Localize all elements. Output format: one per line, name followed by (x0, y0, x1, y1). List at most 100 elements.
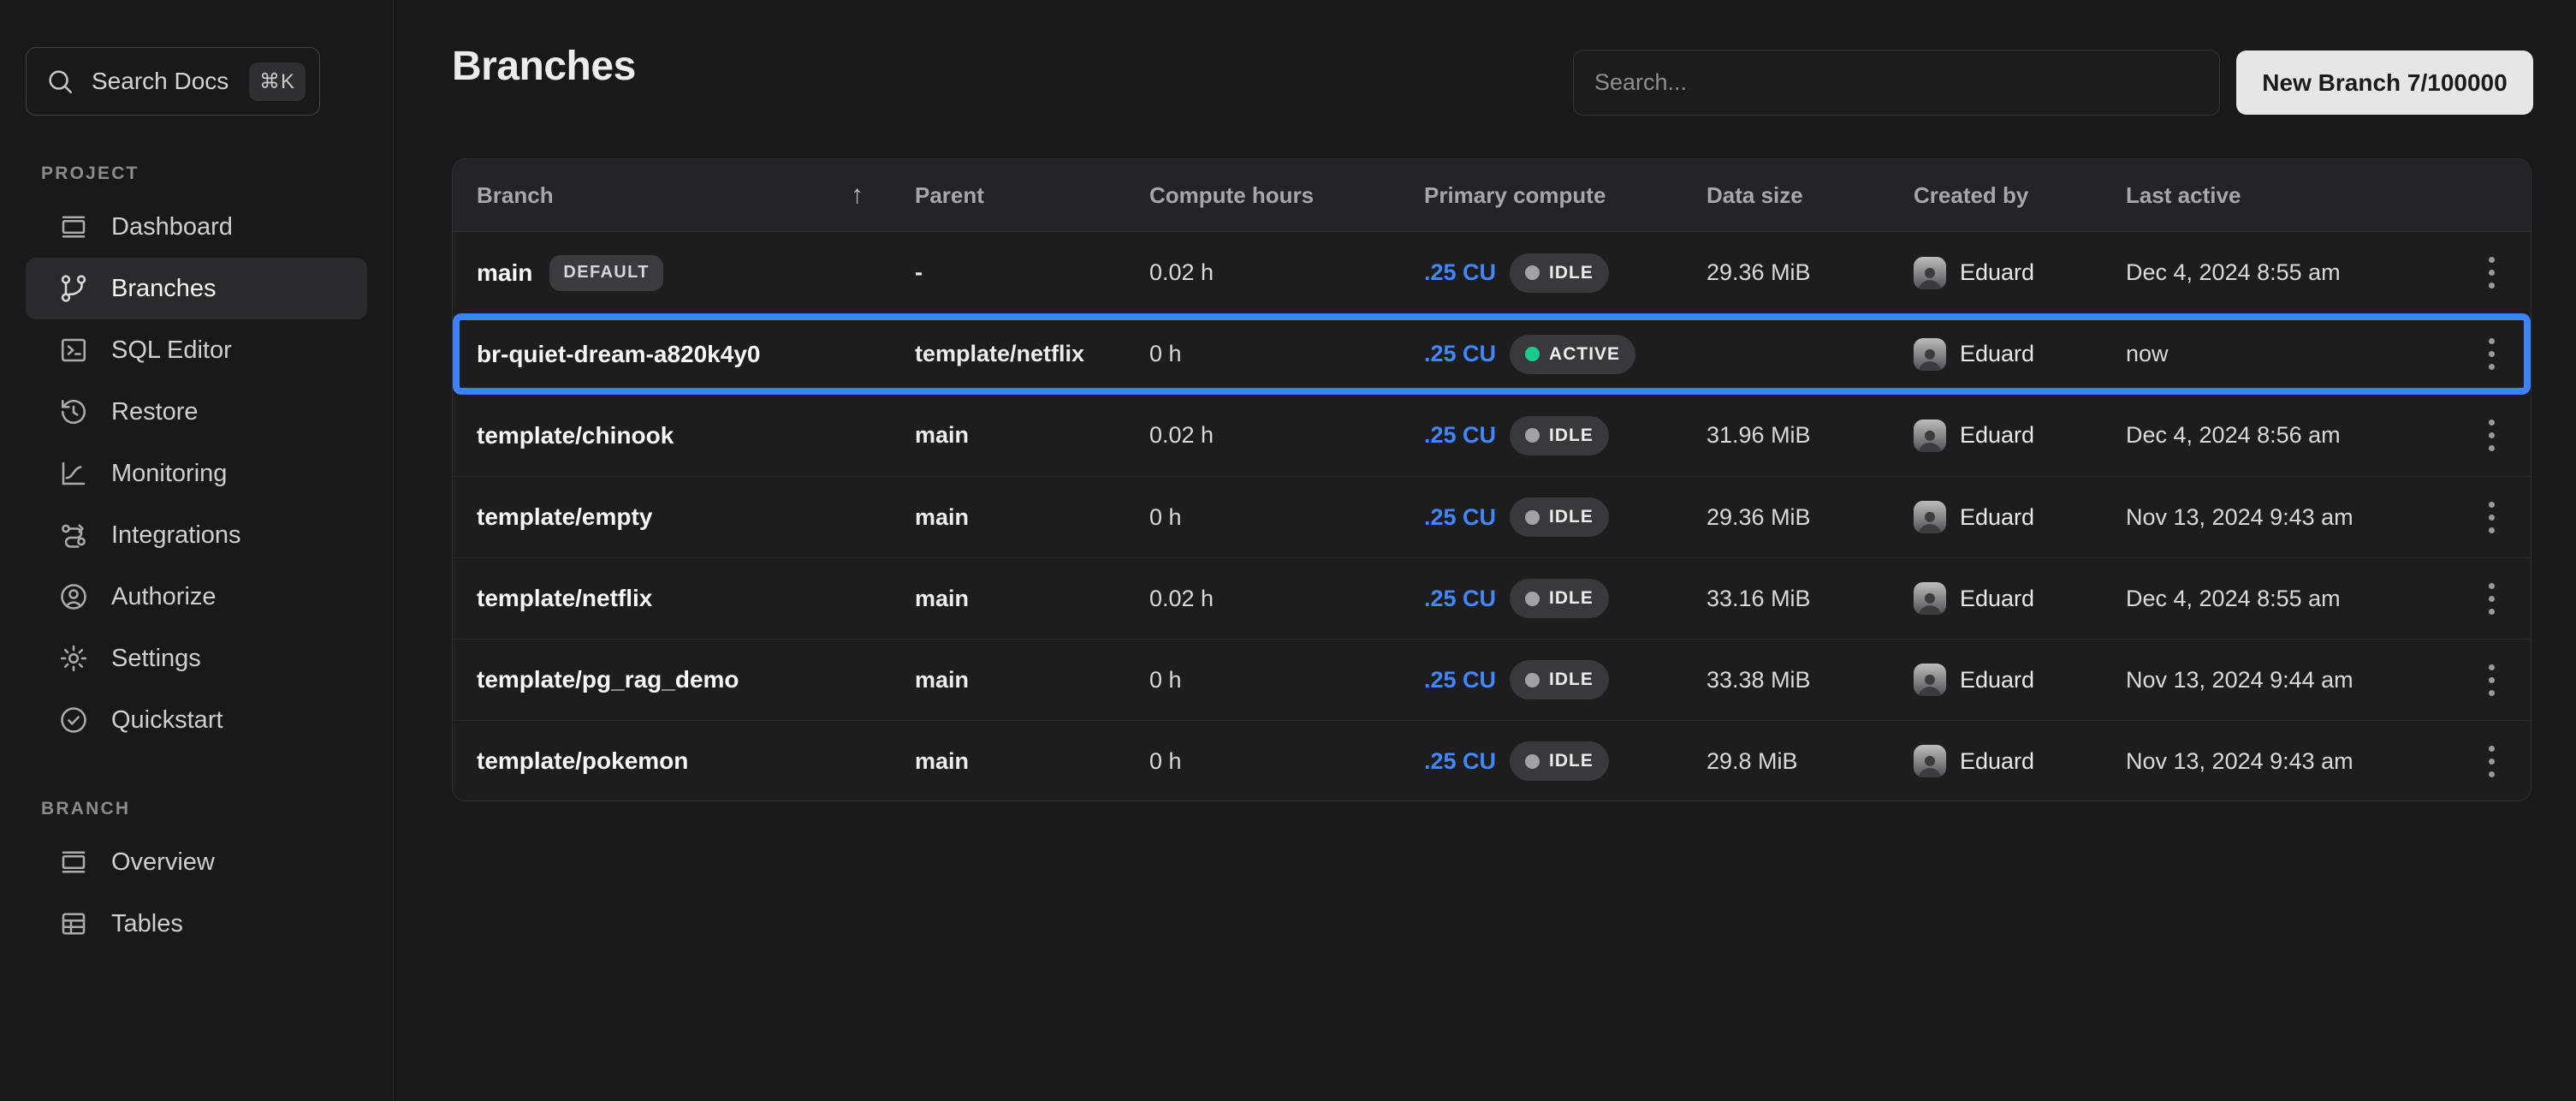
row-menu-button[interactable] (2469, 495, 2514, 539)
parent-cell: template/netflix (915, 341, 1149, 367)
avatar (1914, 420, 1946, 452)
status-badge: ACTIVE (1510, 335, 1635, 374)
settings-icon (58, 643, 89, 674)
last-active-cell: Dec 4, 2024 8:56 am (2126, 422, 2454, 449)
column-header-created-by[interactable]: Created by (1914, 182, 2126, 209)
column-header-primary-compute[interactable]: Primary compute (1424, 182, 1706, 209)
sidebar-item-restore[interactable]: Restore (26, 381, 367, 443)
sidebar-item-tables[interactable]: Tables (26, 893, 367, 955)
row-menu-button[interactable] (2469, 251, 2514, 295)
sidebar-item-overview[interactable]: Overview (26, 831, 367, 893)
sidebar-item-sql-editor[interactable]: SQL Editor (26, 319, 367, 381)
branches-search-input[interactable] (1573, 50, 2220, 116)
status-badge: IDLE (1510, 579, 1609, 618)
avatar (1914, 338, 1946, 371)
status-badge: IDLE (1510, 416, 1609, 455)
new-branch-button[interactable]: New Branch 7/100000 (2236, 51, 2533, 115)
data-size-cell: 29.36 MiB (1706, 259, 1914, 286)
branch-name: br-quiet-dream-a820k4y0 (477, 341, 760, 368)
sidebar-item-monitoring[interactable]: Monitoring (26, 443, 367, 504)
idle-dot-icon (1525, 673, 1540, 687)
cmd-k-shortcut: ⌘K (249, 62, 306, 101)
monitoring-icon (58, 458, 89, 489)
sidebar-item-authorize[interactable]: Authorize (26, 566, 367, 628)
parent-cell: main (915, 586, 1149, 612)
parent-cell: main (915, 667, 1149, 693)
row-menu-button[interactable] (2469, 414, 2514, 458)
table-row[interactable]: template/pg_rag_demo main 0 h .25 CU IDL… (453, 639, 2531, 720)
created-by-name: Eduard (1960, 341, 2034, 367)
table-row[interactable]: template/netflix main 0.02 h .25 CU IDLE… (453, 557, 2531, 639)
last-active-cell: Nov 13, 2024 9:44 am (2126, 667, 2454, 693)
compute-units[interactable]: .25 CU (1424, 667, 1496, 693)
sidebar-item-label: Tables (111, 910, 183, 938)
compute-units[interactable]: .25 CU (1424, 504, 1496, 531)
table-row-highlighted[interactable]: br-quiet-dream-a820k4y0 template/netflix… (453, 313, 2531, 395)
status-badge: IDLE (1510, 741, 1609, 781)
default-badge: DEFAULT (549, 255, 663, 291)
column-header-last-active[interactable]: Last active (2126, 182, 2454, 209)
column-header-parent[interactable]: Parent (915, 182, 1149, 209)
sidebar-item-label: Quickstart (111, 706, 223, 735)
table-row[interactable]: template/empty main 0 h .25 CU IDLE 29.3… (453, 476, 2531, 557)
table-row[interactable]: main DEFAULT - 0.02 h .25 CU IDLE 29.36 … (453, 232, 2531, 313)
sidebar: Search Docs ⌘K PROJECT Dashboard Branche… (0, 0, 394, 1101)
dashboard-icon (58, 211, 89, 242)
data-size-cell: 33.38 MiB (1706, 667, 1914, 693)
compute-hours-cell: 0 h (1149, 667, 1424, 693)
row-menu-button[interactable] (2469, 658, 2514, 702)
row-menu-button[interactable] (2469, 332, 2514, 377)
row-menu-button[interactable] (2469, 576, 2514, 621)
tables-icon (58, 908, 89, 939)
last-active-cell: Nov 13, 2024 9:43 am (2126, 504, 2454, 531)
sidebar-item-label: Overview (111, 848, 215, 877)
table-header-row: Branch ↑ Parent Compute hours Primary co… (453, 159, 2531, 232)
authorize-icon (58, 581, 89, 612)
column-header-branch[interactable]: Branch ↑ (477, 181, 915, 210)
compute-hours-cell: 0.02 h (1149, 259, 1424, 286)
compute-units[interactable]: .25 CU (1424, 748, 1496, 775)
branches-icon (58, 273, 89, 304)
created-by-name: Eduard (1960, 259, 2034, 286)
branch-name: template/empty (477, 503, 652, 531)
sort-ascending-icon: ↑ (851, 181, 864, 210)
sidebar-item-quickstart[interactable]: Quickstart (26, 689, 367, 751)
last-active-cell: Dec 4, 2024 8:55 am (2126, 259, 2454, 286)
created-by-name: Eduard (1960, 504, 2034, 531)
idle-dot-icon (1525, 754, 1540, 769)
status-badge: IDLE (1510, 253, 1609, 293)
search-docs-button[interactable]: Search Docs ⌘K (26, 47, 320, 116)
column-header-compute-hours[interactable]: Compute hours (1149, 182, 1424, 209)
table-row[interactable]: template/pokemon main 0 h .25 CU IDLE 29… (453, 720, 2531, 801)
sidebar-item-integrations[interactable]: Integrations (26, 504, 367, 566)
last-active-cell: Nov 13, 2024 9:43 am (2126, 748, 2454, 775)
compute-units[interactable]: .25 CU (1424, 259, 1496, 286)
branch-name: template/pokemon (477, 747, 688, 775)
compute-hours-cell: 0 h (1149, 341, 1424, 367)
quickstart-icon (58, 705, 89, 735)
sidebar-item-branches[interactable]: Branches (26, 258, 367, 319)
compute-hours-cell: 0 h (1149, 748, 1424, 775)
idle-dot-icon (1525, 510, 1540, 525)
active-dot-icon (1525, 347, 1540, 361)
compute-units[interactable]: .25 CU (1424, 586, 1496, 612)
sidebar-item-settings[interactable]: Settings (26, 628, 367, 689)
idle-dot-icon (1525, 592, 1540, 606)
avatar (1914, 501, 1946, 533)
row-menu-button[interactable] (2469, 739, 2514, 783)
created-by-name: Eduard (1960, 422, 2034, 449)
compute-units[interactable]: .25 CU (1424, 422, 1496, 449)
parent-cell: main (915, 504, 1149, 531)
parent-cell: - (915, 259, 1149, 286)
table-row[interactable]: template/chinook main 0.02 h .25 CU IDLE… (453, 395, 2531, 476)
column-header-data-size[interactable]: Data size (1706, 182, 1914, 209)
idle-dot-icon (1525, 265, 1540, 280)
sidebar-item-label: SQL Editor (111, 336, 232, 365)
branch-name: template/netflix (477, 585, 652, 612)
compute-units[interactable]: .25 CU (1424, 341, 1496, 367)
section-label-branch: BRANCH (41, 799, 367, 819)
search-docs-label: Search Docs (92, 68, 229, 95)
status-badge: IDLE (1510, 660, 1609, 699)
branches-table: Branch ↑ Parent Compute hours Primary co… (452, 158, 2531, 801)
sidebar-item-dashboard[interactable]: Dashboard (26, 196, 367, 258)
